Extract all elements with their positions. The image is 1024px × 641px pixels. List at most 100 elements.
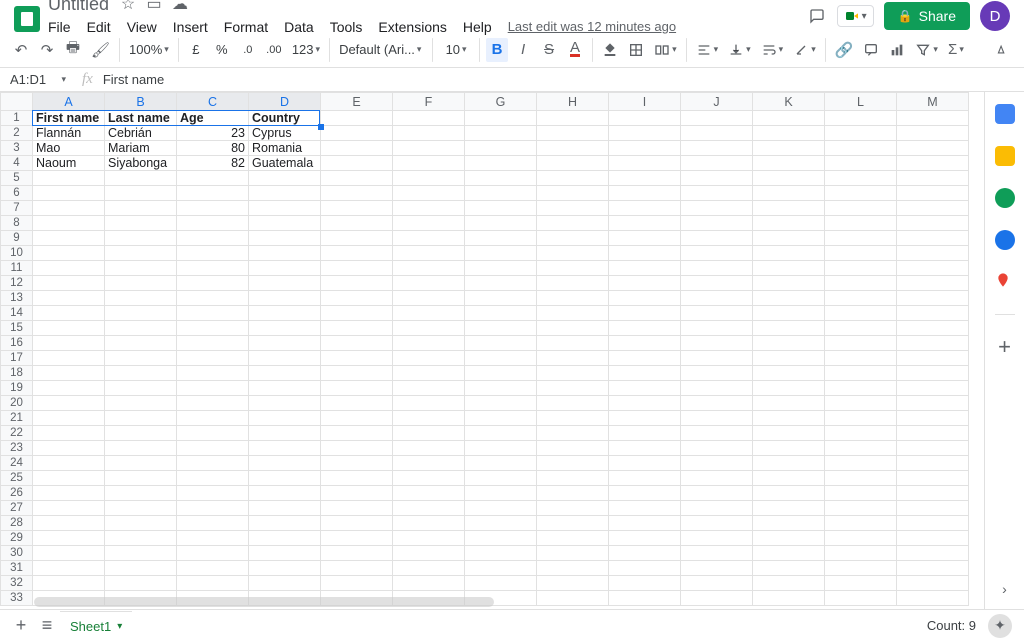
cell-G12[interactable]: [465, 276, 537, 291]
cell-E4[interactable]: [321, 156, 393, 171]
cell-I1[interactable]: [609, 111, 681, 126]
cell-C15[interactable]: [177, 321, 249, 336]
cell-M25[interactable]: [897, 471, 969, 486]
cell-F25[interactable]: [393, 471, 465, 486]
cell-K19[interactable]: [753, 381, 825, 396]
cell-F9[interactable]: [393, 231, 465, 246]
text-color-button[interactable]: A: [564, 38, 586, 62]
cell-A30[interactable]: [33, 546, 105, 561]
cell-K1[interactable]: [753, 111, 825, 126]
cell-K3[interactable]: [753, 141, 825, 156]
cell-A31[interactable]: [33, 561, 105, 576]
cell-M27[interactable]: [897, 501, 969, 516]
explore-button[interactable]: ✦: [988, 614, 1012, 638]
cell-C9[interactable]: [177, 231, 249, 246]
cell-F22[interactable]: [393, 426, 465, 441]
cell-I5[interactable]: [609, 171, 681, 186]
cell-A8[interactable]: [33, 216, 105, 231]
cell-K33[interactable]: [753, 591, 825, 606]
cell-I8[interactable]: [609, 216, 681, 231]
cell-I21[interactable]: [609, 411, 681, 426]
row-header-23[interactable]: 23: [1, 441, 33, 456]
cell-J3[interactable]: [681, 141, 753, 156]
cell-L5[interactable]: [825, 171, 897, 186]
cell-B17[interactable]: [105, 351, 177, 366]
cell-F5[interactable]: [393, 171, 465, 186]
cell-J10[interactable]: [681, 246, 753, 261]
cell-C29[interactable]: [177, 531, 249, 546]
cell-H2[interactable]: [537, 126, 609, 141]
cell-A22[interactable]: [33, 426, 105, 441]
cell-C8[interactable]: [177, 216, 249, 231]
share-button[interactable]: 🔒 Share: [884, 2, 970, 30]
cell-M8[interactable]: [897, 216, 969, 231]
cell-E23[interactable]: [321, 441, 393, 456]
cell-C7[interactable]: [177, 201, 249, 216]
dec-increase-button[interactable]: .00: [263, 38, 285, 62]
cell-D6[interactable]: [249, 186, 321, 201]
cell-A16[interactable]: [33, 336, 105, 351]
menu-extensions[interactable]: Extensions: [378, 19, 446, 35]
cell-C14[interactable]: [177, 306, 249, 321]
comments-icon[interactable]: [803, 2, 831, 30]
cell-F2[interactable]: [393, 126, 465, 141]
cell-D15[interactable]: [249, 321, 321, 336]
cell-M29[interactable]: [897, 531, 969, 546]
cell-D22[interactable]: [249, 426, 321, 441]
cell-M30[interactable]: [897, 546, 969, 561]
cell-A11[interactable]: [33, 261, 105, 276]
row-header-28[interactable]: 28: [1, 516, 33, 531]
cell-M28[interactable]: [897, 516, 969, 531]
cell-B19[interactable]: [105, 381, 177, 396]
cell-J27[interactable]: [681, 501, 753, 516]
cell-C20[interactable]: [177, 396, 249, 411]
cell-I16[interactable]: [609, 336, 681, 351]
cell-D13[interactable]: [249, 291, 321, 306]
cell-M1[interactable]: [897, 111, 969, 126]
cell-D18[interactable]: [249, 366, 321, 381]
cell-D30[interactable]: [249, 546, 321, 561]
cell-G32[interactable]: [465, 576, 537, 591]
cell-J29[interactable]: [681, 531, 753, 546]
cell-J24[interactable]: [681, 456, 753, 471]
cell-M33[interactable]: [897, 591, 969, 606]
row-header-33[interactable]: 33: [1, 591, 33, 606]
cell-H8[interactable]: [537, 216, 609, 231]
row-header-27[interactable]: 27: [1, 501, 33, 516]
cell-I14[interactable]: [609, 306, 681, 321]
cell-E7[interactable]: [321, 201, 393, 216]
cell-H1[interactable]: [537, 111, 609, 126]
cell-H10[interactable]: [537, 246, 609, 261]
cell-E15[interactable]: [321, 321, 393, 336]
cell-F26[interactable]: [393, 486, 465, 501]
cell-D12[interactable]: [249, 276, 321, 291]
cell-C12[interactable]: [177, 276, 249, 291]
col-header-H[interactable]: H: [537, 93, 609, 111]
cell-G5[interactable]: [465, 171, 537, 186]
cell-G18[interactable]: [465, 366, 537, 381]
cell-G23[interactable]: [465, 441, 537, 456]
cell-M15[interactable]: [897, 321, 969, 336]
cell-F16[interactable]: [393, 336, 465, 351]
row-header-22[interactable]: 22: [1, 426, 33, 441]
cell-D29[interactable]: [249, 531, 321, 546]
cell-G21[interactable]: [465, 411, 537, 426]
cell-A19[interactable]: [33, 381, 105, 396]
cell-M16[interactable]: [897, 336, 969, 351]
cell-H28[interactable]: [537, 516, 609, 531]
cell-G29[interactable]: [465, 531, 537, 546]
row-header-16[interactable]: 16: [1, 336, 33, 351]
cell-H3[interactable]: [537, 141, 609, 156]
cell-C13[interactable]: [177, 291, 249, 306]
cell-M18[interactable]: [897, 366, 969, 381]
cell-D16[interactable]: [249, 336, 321, 351]
cell-F3[interactable]: [393, 141, 465, 156]
cell-C25[interactable]: [177, 471, 249, 486]
cell-F11[interactable]: [393, 261, 465, 276]
cell-J22[interactable]: [681, 426, 753, 441]
cell-E19[interactable]: [321, 381, 393, 396]
filter-button[interactable]: [912, 38, 941, 62]
cell-D1[interactable]: Country: [249, 111, 321, 126]
cell-L26[interactable]: [825, 486, 897, 501]
print-button[interactable]: 🖶: [62, 38, 84, 62]
